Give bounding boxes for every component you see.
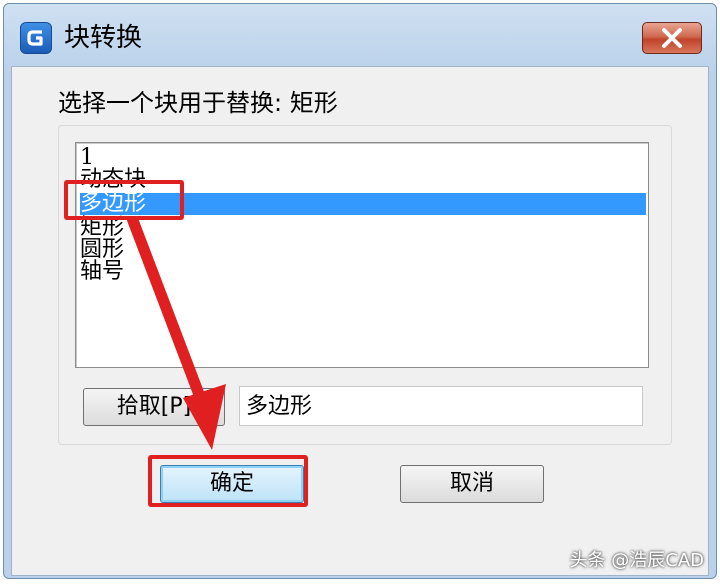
annotation-arrow: [126, 218, 226, 450]
watermark: 头条 @浩辰CAD: [569, 550, 704, 571]
